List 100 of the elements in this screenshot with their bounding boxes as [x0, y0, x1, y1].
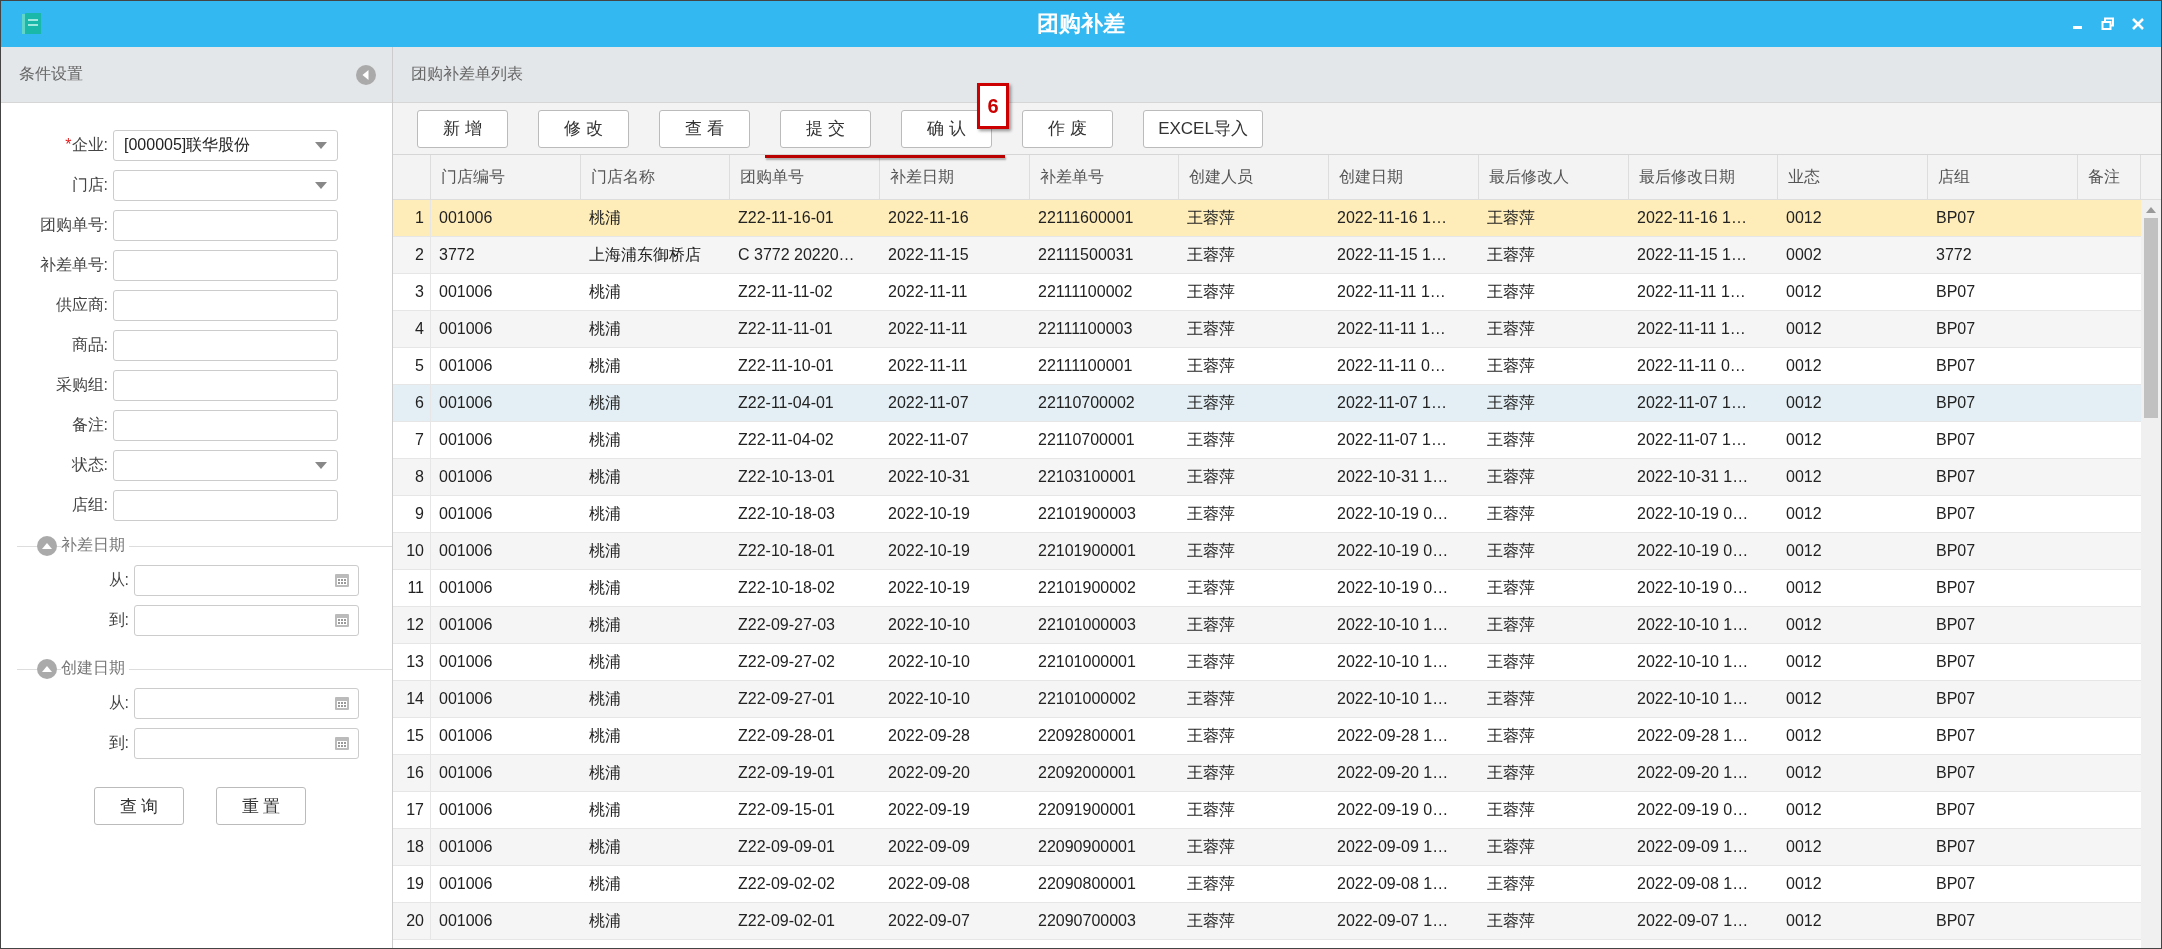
- table-cell: Z22-09-27-01: [738, 690, 835, 708]
- dropdown-field[interactable]: [113, 169, 338, 201]
- form-button[interactable]: 查 询: [94, 787, 184, 825]
- table-cell-text: 桃浦: [589, 540, 621, 561]
- collapse-icon[interactable]: [356, 64, 376, 85]
- date-field[interactable]: [134, 564, 359, 596]
- scroll-up-icon[interactable]: [2145, 206, 2157, 214]
- column-header[interactable]: 最后修改日期: [1629, 155, 1778, 199]
- table-cell: 2022-09-20 1…: [1337, 764, 1449, 782]
- input-field[interactable]: [113, 329, 338, 361]
- table-row[interactable]: 13 001006 桃浦 Z22-09-27-02 2022-10-10 22101000001 王蓉萍 2022-10-10 1… 王蓉萍 2022-10-10 1… 0012 BP07: [393, 644, 2141, 681]
- input-field[interactable]: [113, 489, 338, 521]
- table-row[interactable]: 10 001006 桃浦 Z22-10-18-01 2022-10-19 22101900001 王蓉萍 2022-10-19 0… 王蓉萍 2022-10-19 0… 0012 BP07: [393, 533, 2141, 570]
- table-cell: 2022-11-11 1…: [1637, 320, 1746, 338]
- annotation-badge: 6: [977, 83, 1009, 129]
- table-cell: Z22-09-27-03: [738, 616, 835, 634]
- table-cell-text: 王蓉萍: [1487, 429, 1535, 450]
- toolbar-button[interactable]: 提 交: [780, 109, 871, 148]
- column-header[interactable]: 补差日期: [880, 155, 1030, 199]
- table-cell: 001006: [439, 579, 493, 597]
- table-cell: 2022-11-07 1…: [1637, 431, 1747, 449]
- table-row[interactable]: 4 001006 桃浦 Z22-11-11-01 2022-11-11 22111100003 王蓉萍 2022-11-11 1… 王蓉萍 2022-11-11 1… 0012 BP07: [393, 311, 2141, 348]
- panel-title: 团购补差单列表: [411, 64, 523, 84]
- table-cell: 0012: [1786, 283, 1822, 301]
- table-cell-text: 王蓉萍: [1187, 910, 1235, 931]
- table-row[interactable]: 11 001006 桃浦 Z22-10-18-02 2022-10-19 22101900002 王蓉萍 2022-10-19 0… 王蓉萍 2022-10-19 0… 0012 BP07: [393, 570, 2141, 607]
- input-field[interactable]: [113, 289, 338, 321]
- row-number: 17: [406, 801, 424, 819]
- dropdown-field[interactable]: [000005]联华股份: [113, 129, 338, 161]
- table-cell: 2022-11-07: [888, 394, 969, 412]
- table-cell: 2022-11-11 0…: [1337, 357, 1446, 375]
- column-header[interactable]: 最后修改人: [1479, 155, 1629, 199]
- table-cell-text: 王蓉萍: [1187, 651, 1235, 672]
- column-header[interactable]: 创建人员: [1179, 155, 1329, 199]
- table-cell-text: 王蓉萍: [1187, 688, 1235, 709]
- table-cell-text: 桃浦: [589, 503, 621, 524]
- toolbar-button[interactable]: 修 改: [538, 109, 629, 148]
- toggle-icon[interactable]: [37, 658, 57, 679]
- table-row[interactable]: 6 001006 桃浦 Z22-11-04-01 2022-11-07 22110700002 王蓉萍 2022-11-07 1… 王蓉萍 2022-11-07 1… 0012 BP07: [393, 385, 2141, 422]
- table-row[interactable]: 15 001006 桃浦 Z22-09-28-01 2022-09-28 22092800001 王蓉萍 2022-09-28 1… 王蓉萍 2022-09-28 1… 0012 BP07: [393, 718, 2141, 755]
- row-number: 20: [406, 912, 424, 930]
- date-field[interactable]: [134, 727, 359, 759]
- form-button[interactable]: 重 置: [216, 787, 306, 825]
- toolbar-button[interactable]: 作 废: [1022, 109, 1113, 148]
- toolbar-button[interactable]: EXCEL导入: [1143, 109, 1263, 148]
- column-header[interactable]: 补差单号: [1030, 155, 1179, 199]
- column-header[interactable]: 备注: [2078, 155, 2141, 199]
- table-row[interactable]: 1 001006 桃浦 Z22-11-16-01 2022-11-16 22111600001 王蓉萍 2022-11-16 1… 王蓉萍 2022-11-16 1… 0012 BP07: [393, 200, 2141, 237]
- input-field[interactable]: [113, 369, 338, 401]
- column-header[interactable]: 门店名称: [581, 155, 730, 199]
- toolbar-button[interactable]: 新 增: [417, 109, 508, 148]
- column-header[interactable]: 门店编号: [431, 155, 581, 199]
- close-icon[interactable]: [2131, 17, 2145, 31]
- scrollbar[interactable]: [2141, 200, 2161, 948]
- table-cell: 0012: [1786, 838, 1822, 856]
- table-cell-text: 王蓉萍: [1187, 244, 1235, 265]
- input-field[interactable]: [113, 249, 338, 281]
- table-cell: 0012: [1786, 357, 1822, 375]
- calendar-icon[interactable]: [334, 572, 350, 588]
- calendar-icon[interactable]: [334, 695, 350, 711]
- table-cell: BP07: [1936, 727, 1976, 745]
- table-row[interactable]: 17 001006 桃浦 Z22-09-15-01 2022-09-19 22091900001 王蓉萍 2022-09-19 0… 王蓉萍 2022-09-19 0… 0012 BP07: [393, 792, 2141, 829]
- table-row[interactable]: 8 001006 桃浦 Z22-10-13-01 2022-10-31 22103100001 王蓉萍 2022-10-31 1… 王蓉萍 2022-10-31 1… 0012 BP07: [393, 459, 2141, 496]
- input-field[interactable]: [113, 409, 338, 441]
- column-header[interactable]: 业态: [1778, 155, 1928, 199]
- input-field[interactable]: [113, 209, 338, 241]
- toolbar-button[interactable]: 查 看: [659, 109, 750, 148]
- table-row[interactable]: 2 3772 上海浦东御桥店 C 3772 20220… 2022-11-15 22111500031 王蓉萍 2022-11-15 1… 王蓉萍 2022-11-15 1… 0002 3772: [393, 237, 2141, 274]
- calendar-icon[interactable]: [334, 612, 350, 628]
- table-cell-text: 王蓉萍: [1187, 392, 1235, 413]
- dropdown-field[interactable]: [113, 449, 338, 481]
- table-cell: Z22-09-15-01: [738, 801, 835, 819]
- table-row[interactable]: 5 001006 桃浦 Z22-11-10-01 2022-11-11 22111100001 王蓉萍 2022-11-11 0… 王蓉萍 2022-11-11 0… 0012 BP07: [393, 348, 2141, 385]
- column-header[interactable]: 团购单号: [730, 155, 880, 199]
- table-cell-text: 桃浦: [589, 466, 621, 487]
- date-field[interactable]: [134, 687, 359, 719]
- calendar-icon[interactable]: [334, 735, 350, 751]
- table-cell: 22110700002: [1038, 394, 1135, 412]
- table-row[interactable]: 3 001006 桃浦 Z22-11-11-02 2022-11-11 22111100002 王蓉萍 2022-11-11 1… 王蓉萍 2022-11-11 1… 0012 BP07: [393, 274, 2141, 311]
- table-row[interactable]: 20 001006 桃浦 Z22-09-02-01 2022-09-07 22090700003 王蓉萍 2022-09-07 1… 王蓉萍 2022-09-07 1… 0012 BP07: [393, 903, 2141, 940]
- date-field[interactable]: [134, 604, 359, 636]
- table-row[interactable]: 9 001006 桃浦 Z22-10-18-03 2022-10-19 22101900003 王蓉萍 2022-10-19 0… 王蓉萍 2022-10-19 0… 0012 BP07: [393, 496, 2141, 533]
- toggle-icon[interactable]: [37, 535, 57, 556]
- table-row[interactable]: 18 001006 桃浦 Z22-09-09-01 2022-09-09 22090900001 王蓉萍 2022-09-09 1… 王蓉萍 2022-09-09 1… 0012 BP07: [393, 829, 2141, 866]
- table-row[interactable]: 19 001006 桃浦 Z22-09-02-02 2022-09-08 22090800001 王蓉萍 2022-09-08 1… 王蓉萍 2022-09-08 1… 0012 BP07: [393, 866, 2141, 903]
- table-cell: 2022-10-10: [888, 616, 970, 634]
- table-cell-text: 王蓉萍: [1487, 762, 1535, 783]
- table-cell: 22092800001: [1038, 727, 1136, 745]
- table-row[interactable]: 16 001006 桃浦 Z22-09-19-01 2022-09-20 22092000001 王蓉萍 2022-09-20 1… 王蓉萍 2022-09-20 1… 0012 BP07: [393, 755, 2141, 792]
- restore-icon[interactable]: [2101, 17, 2115, 31]
- table-row[interactable]: 12 001006 桃浦 Z22-09-27-03 2022-10-10 22101000003 王蓉萍 2022-10-10 1… 王蓉萍 2022-10-10 1… 0012 BP07: [393, 607, 2141, 644]
- table-cell-text: 桃浦: [589, 577, 621, 598]
- column-header[interactable]: 店组: [1928, 155, 2078, 199]
- table-row[interactable]: 14 001006 桃浦 Z22-09-27-01 2022-10-10 22101000002 王蓉萍 2022-10-10 1… 王蓉萍 2022-10-10 1… 0012 BP07: [393, 681, 2141, 718]
- table-cell: 001006: [439, 431, 493, 449]
- column-header[interactable]: 创建日期: [1329, 155, 1479, 199]
- table-row[interactable]: 7 001006 桃浦 Z22-11-04-02 2022-11-07 22110700001 王蓉萍 2022-11-07 1… 王蓉萍 2022-11-07 1… 0012 BP07: [393, 422, 2141, 459]
- table-cell-text: 王蓉萍: [1487, 799, 1535, 820]
- scroll-thumb[interactable]: [2144, 218, 2158, 418]
- table-cell-text: 王蓉萍: [1487, 207, 1535, 228]
